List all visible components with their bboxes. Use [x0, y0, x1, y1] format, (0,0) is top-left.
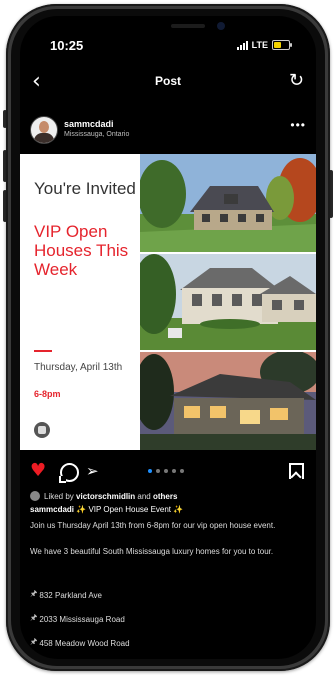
address-text: 832 Parkland Ave: [39, 590, 102, 600]
caption-paragraph-1: Join us Thursday April 13th from 6-8pm f…: [30, 521, 276, 530]
heart-icon[interactable]: ♥: [30, 462, 46, 480]
post-image[interactable]: You're Invited VIP Open Houses This Week…: [20, 154, 316, 450]
liked-mid: and: [135, 491, 153, 501]
address-line: 🖈 458 Meadow Wood Road: [30, 636, 130, 650]
refresh-icon[interactable]: ↻: [289, 70, 304, 91]
battery-level: [274, 42, 281, 48]
house-photo-2: [140, 254, 316, 350]
carousel-indicator: [148, 469, 184, 473]
network-label: LTE: [251, 40, 268, 50]
comment-icon[interactable]: [60, 463, 79, 482]
caption-user[interactable]: sammcdadi: [30, 505, 74, 514]
post-actions: ♥ ➢: [20, 462, 316, 486]
pin-icon: 🖈: [30, 613, 38, 622]
caption: sammcdadi ✨ VIP Open House Event ✨: [30, 505, 306, 514]
house-photo-1: [140, 154, 316, 252]
post-author[interactable]: sammcdadi Mississauga, Ontario •••: [20, 116, 316, 150]
author-username[interactable]: sammcdadi: [64, 119, 114, 129]
pin-icon: 🖈: [30, 589, 38, 598]
status-bar: 10:25 LTE: [20, 38, 316, 58]
sparkles-icon: ✨: [76, 505, 87, 514]
caption-text: VIP Open House Event: [86, 505, 174, 514]
flyer-text-panel: You're Invited VIP Open Houses This Week…: [20, 154, 140, 450]
flyer-accent-line: [34, 350, 52, 352]
status-time: 10:25: [50, 38, 84, 53]
share-icon[interactable]: ➢: [86, 462, 99, 480]
carousel-dot: [172, 469, 176, 473]
liker-avatar: [30, 491, 40, 501]
address-line: 🖈 832 Parkland Ave: [30, 588, 102, 602]
address-text: 2033 Mississauga Road: [39, 614, 125, 624]
bookmark-icon[interactable]: [289, 463, 304, 479]
multi-photo-badge-icon: [34, 422, 50, 438]
carousel-dot: [180, 469, 184, 473]
avatar[interactable]: [30, 116, 58, 144]
pin-icon: 🖈: [30, 637, 38, 646]
liked-by-line[interactable]: Liked by victorschmidlin and others: [30, 491, 306, 501]
house-photo-3: [140, 352, 316, 450]
front-camera: [217, 22, 225, 30]
speaker: [171, 24, 205, 28]
flyer-headline: VIP Open Houses This Week: [34, 222, 129, 279]
battery-icon: [272, 40, 292, 50]
nav-title: Post: [154, 74, 181, 88]
phone-screen: 10:25 LTE ‹ Post ↻ sammcdadi Mississauga…: [20, 16, 316, 659]
status-indicators: LTE: [236, 40, 292, 50]
flyer-date: Thursday, April 13th: [34, 362, 123, 373]
liked-others[interactable]: others: [153, 492, 177, 501]
liked-prefix: Liked by: [44, 491, 77, 501]
notch: [135, 16, 243, 38]
carousel-dot: [148, 469, 152, 473]
flyer-invited-text: You're Invited: [34, 179, 136, 198]
signal-icon: [236, 40, 248, 50]
flyer-time: 6-8pm: [34, 389, 61, 399]
carousel-dot: [164, 469, 168, 473]
post-nav-bar: ‹ Post ↻: [20, 70, 316, 98]
author-location[interactable]: Mississauga, Ontario: [64, 131, 129, 138]
more-icon[interactable]: •••: [290, 118, 306, 132]
caption-paragraph-2: We have 3 beautiful South Mississauga lu…: [30, 547, 274, 556]
sparkles-icon: ✨: [173, 505, 184, 514]
liked-user[interactable]: victorschmidlin: [76, 492, 135, 501]
address-text: 458 Meadow Wood Road: [39, 638, 130, 648]
carousel-dot: [156, 469, 160, 473]
address-line: 🖈 2033 Mississauga Road: [30, 612, 125, 626]
